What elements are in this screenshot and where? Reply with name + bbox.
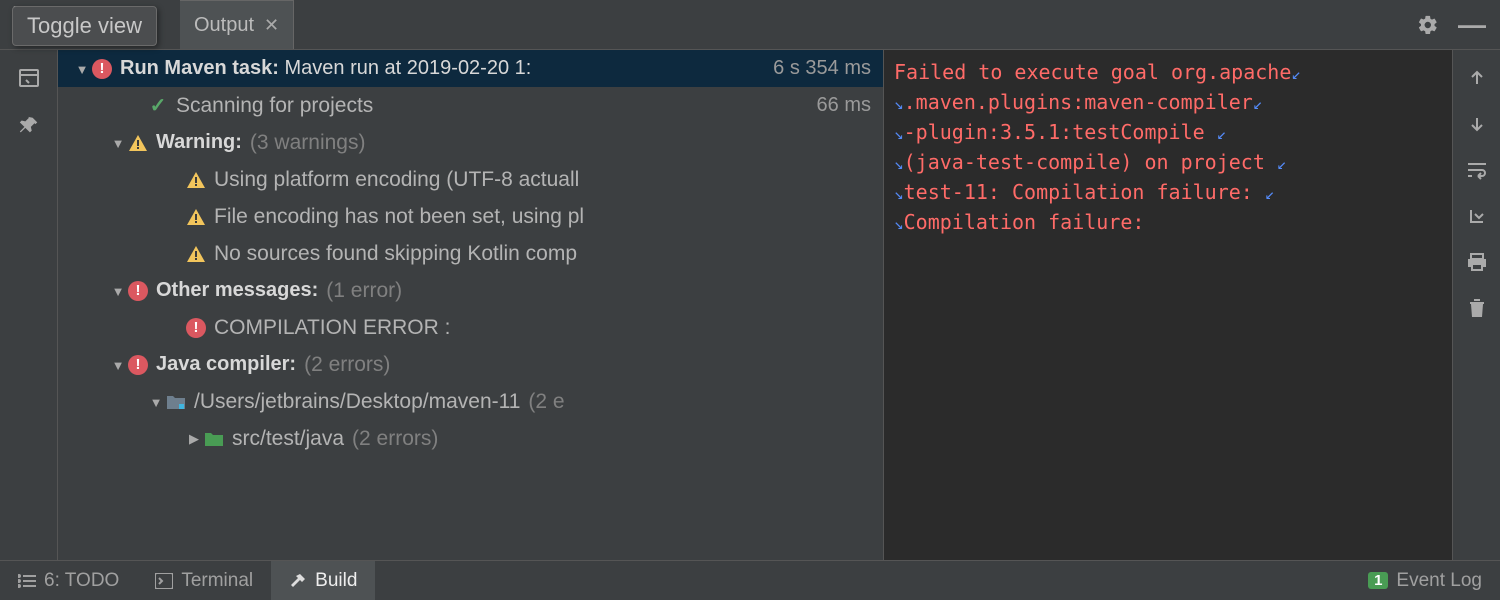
status-bar: 6: TODO Terminal Build 1 Event Log <box>0 560 1500 600</box>
tree-root-row[interactable]: Run Maven task: Maven run at 2019-02-20 … <box>58 50 883 87</box>
right-toolbar <box>1452 50 1500 560</box>
tree-row-compiler-path[interactable]: /Users/jetbrains/Desktop/maven-11 (2 e <box>58 383 883 420</box>
clear-button[interactable] <box>1463 294 1491 322</box>
scroll-end-icon <box>1467 206 1487 226</box>
expand-arrow-icon[interactable] <box>146 394 166 410</box>
print-button[interactable] <box>1463 248 1491 276</box>
tool-window-header: : Output ✕ — <box>0 0 1500 50</box>
warning-icon <box>128 133 148 153</box>
scroll-to-end-button[interactable] <box>1463 202 1491 230</box>
tree-row-compiler-src[interactable]: src/test/java (2 errors) <box>58 420 883 457</box>
wrap-icon <box>1466 160 1488 180</box>
expand-arrow-icon[interactable] <box>72 61 92 77</box>
status-build[interactable]: Build <box>271 561 375 600</box>
toggle-view-button[interactable] <box>15 64 43 92</box>
arrow-up-icon <box>1467 68 1487 88</box>
tree-row-warning-item[interactable]: File encoding has not been set, using pl <box>58 198 883 235</box>
warning-icon <box>186 170 206 190</box>
tree-row-warning-item[interactable]: Using platform encoding (UTF-8 actuall <box>58 161 883 198</box>
expand-arrow-icon[interactable] <box>108 135 128 151</box>
printer-icon <box>1466 252 1488 272</box>
left-toolbar <box>0 50 58 560</box>
tree-row-other-item[interactable]: COMPILATION ERROR : <box>58 309 883 346</box>
expand-arrow-icon[interactable] <box>108 357 128 373</box>
pin-icon <box>18 115 40 137</box>
soft-wrap-icon: ↙ <box>1291 60 1301 88</box>
tooltip-toggle-view: Toggle view <box>12 6 157 46</box>
arrow-down-icon <box>1467 114 1487 134</box>
root-title: Run Maven task: Maven run at 2019-02-20 … <box>120 57 531 80</box>
terminal-icon <box>155 573 173 589</box>
trash-icon <box>1468 298 1486 318</box>
tree-row-compiler-group[interactable]: Java compiler: (2 errors) <box>58 346 883 383</box>
soft-wrap-icon: ↘ <box>894 180 904 208</box>
soft-wrap-button[interactable] <box>1463 156 1491 184</box>
tab-output[interactable]: Output ✕ <box>180 0 294 49</box>
down-button[interactable] <box>1463 110 1491 138</box>
hammer-icon <box>289 572 307 590</box>
expand-arrow-icon[interactable] <box>184 430 204 447</box>
soft-wrap-icon: ↙ <box>1265 180 1275 208</box>
status-terminal[interactable]: Terminal <box>137 561 271 600</box>
expand-arrow-icon[interactable] <box>108 283 128 299</box>
list-icon <box>18 574 36 588</box>
status-event-log[interactable]: 1 Event Log <box>1368 570 1500 592</box>
warning-icon <box>186 207 206 227</box>
error-icon <box>128 281 148 301</box>
error-icon <box>92 59 112 79</box>
tree-row-other-group[interactable]: Other messages: (1 error) <box>58 272 883 309</box>
settings-button[interactable] <box>1410 7 1446 43</box>
error-icon <box>128 355 148 375</box>
soft-wrap-icon: ↘ <box>894 90 904 118</box>
pin-button[interactable] <box>15 112 43 140</box>
soft-wrap-icon: ↘ <box>894 210 904 238</box>
warning-icon <box>186 244 206 264</box>
layout-icon <box>17 66 41 90</box>
tree-row-warning-group[interactable]: Warning: (3 warnings) <box>58 124 883 161</box>
build-tree: Run Maven task: Maven run at 2019-02-20 … <box>58 50 884 560</box>
up-button[interactable] <box>1463 64 1491 92</box>
soft-wrap-icon: ↘ <box>894 150 904 178</box>
folder-test-icon <box>204 429 224 449</box>
folder-icon <box>166 392 186 412</box>
success-icon <box>148 96 168 116</box>
console-output[interactable]: Failed to execute goal org.apache↙ ↘.mav… <box>884 50 1452 560</box>
soft-wrap-icon: ↙ <box>1277 150 1287 178</box>
tree-row-warning-item[interactable]: No sources found skipping Kotlin comp <box>58 235 883 272</box>
tree-row-scanning[interactable]: Scanning for projects 66 ms <box>58 87 883 124</box>
soft-wrap-icon: ↙ <box>1253 90 1263 118</box>
hide-tool-window-button[interactable]: — <box>1458 11 1486 39</box>
status-todo[interactable]: 6: TODO <box>0 561 137 600</box>
soft-wrap-icon: ↙ <box>1217 120 1227 148</box>
close-tab-icon[interactable]: ✕ <box>264 15 279 36</box>
gear-icon <box>1417 14 1439 36</box>
error-icon <box>186 318 206 338</box>
tab-label: Output <box>194 14 254 37</box>
event-count-badge: 1 <box>1368 572 1388 589</box>
soft-wrap-icon: ↘ <box>894 120 904 148</box>
root-duration: 6 s 354 ms <box>763 57 871 80</box>
